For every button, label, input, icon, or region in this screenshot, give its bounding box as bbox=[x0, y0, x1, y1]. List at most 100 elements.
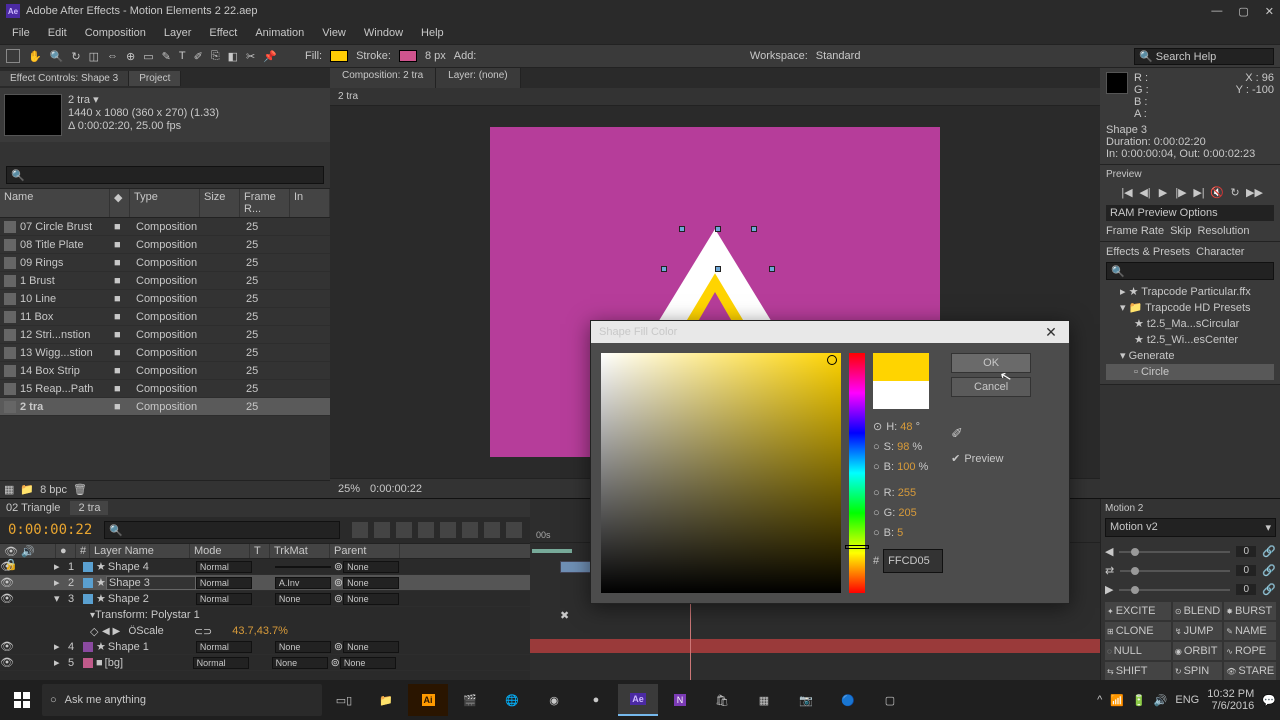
tl-opt-icon[interactable] bbox=[506, 522, 522, 538]
project-item[interactable]: 09 Rings■Composition25 bbox=[0, 254, 330, 272]
tab-character[interactable]: Character bbox=[1196, 246, 1244, 258]
tl-opt-icon[interactable] bbox=[396, 522, 412, 538]
play-icon[interactable]: ▶ bbox=[1156, 186, 1170, 199]
pen-tool-icon[interactable]: ✎ bbox=[162, 50, 171, 63]
notifications-icon[interactable]: 💬 bbox=[1262, 694, 1276, 707]
hue-slider[interactable] bbox=[849, 353, 865, 593]
parent-dropdown[interactable]: None bbox=[340, 657, 396, 669]
col-name[interactable]: Name bbox=[0, 189, 110, 217]
next-frame-icon[interactable]: |▶ bbox=[1174, 186, 1188, 199]
dialog-close-icon[interactable]: ✕ bbox=[1041, 324, 1061, 341]
tray-battery-icon[interactable]: 🔋 bbox=[1132, 694, 1146, 707]
menu-file[interactable]: File bbox=[4, 25, 38, 41]
comp-name[interactable]: 2 tra ▾ bbox=[68, 94, 219, 107]
layer-row[interactable]: 👁▸2★Shape 3NormalA.Inv⊚None bbox=[0, 575, 530, 591]
menu-composition[interactable]: Composition bbox=[77, 25, 154, 41]
maximize-icon[interactable]: ▢ bbox=[1238, 5, 1248, 18]
comp-breadcrumb[interactable]: 2 tra bbox=[330, 88, 1100, 106]
taskbar-app1[interactable]: ◉ bbox=[534, 684, 574, 716]
keyframe-icon[interactable]: ✖ bbox=[560, 609, 569, 622]
col-in[interactable]: In bbox=[290, 189, 330, 217]
taskbar-illustrator[interactable]: Ai bbox=[408, 684, 448, 716]
taskbar-onenote[interactable]: N bbox=[660, 684, 700, 716]
motion-slider[interactable]: ▶0🔗 bbox=[1105, 583, 1276, 596]
s-value[interactable]: S: 98 % bbox=[884, 437, 923, 457]
ep-item[interactable]: ★ t2.5_Wi...esCenter bbox=[1106, 332, 1274, 348]
tray-lang[interactable]: ENG bbox=[1175, 694, 1199, 706]
b-value[interactable]: B: 100 % bbox=[884, 457, 929, 477]
tray-up-icon[interactable]: ^ bbox=[1097, 694, 1102, 706]
trkmat-dropdown[interactable]: None bbox=[275, 641, 331, 653]
layer-bar-bg[interactable] bbox=[530, 639, 1100, 653]
mode-dropdown[interactable]: Normal bbox=[196, 593, 252, 605]
parent-dropdown[interactable]: None bbox=[343, 561, 399, 573]
layer-row[interactable]: 👁▸5■[bg]NormalNone⊚None bbox=[0, 655, 530, 671]
motion-btn-jump[interactable]: ↯ JUMP bbox=[1173, 622, 1222, 640]
col-type[interactable]: Type bbox=[130, 189, 200, 217]
timeline-search[interactable]: 🔍 bbox=[104, 521, 340, 539]
parent-dropdown[interactable]: None bbox=[343, 577, 399, 589]
pan-tool-icon[interactable]: ⇔ bbox=[107, 50, 118, 62]
transform-group[interactable]: ▾ Transform: Polystar 1 bbox=[0, 607, 530, 623]
taskbar-app5[interactable]: ▢ bbox=[870, 684, 910, 716]
ep-item[interactable]: ▾ 📁 Trapcode HD Presets bbox=[1106, 300, 1274, 316]
tab-composition[interactable]: Composition: 2 tra bbox=[330, 68, 436, 88]
taskbar-edge[interactable]: 🌐 bbox=[492, 684, 532, 716]
tab-layer[interactable]: Layer: (none) bbox=[436, 68, 520, 88]
ep-item-selected[interactable]: ▫ Circle bbox=[1106, 364, 1274, 380]
taskbar-explorer[interactable]: 📁 bbox=[366, 684, 406, 716]
tl-opt-icon[interactable] bbox=[352, 522, 368, 538]
g-value[interactable]: G: 205 bbox=[884, 503, 917, 523]
selection-handle[interactable] bbox=[769, 266, 775, 272]
ep-item[interactable]: ★ t2.5_Ma...sCircular bbox=[1106, 316, 1274, 332]
stroke-width[interactable]: 8 px bbox=[425, 50, 446, 62]
hex-input[interactable]: FFCD05 bbox=[883, 549, 943, 573]
motion-preset-dropdown[interactable]: Motion v2▾ bbox=[1105, 518, 1276, 537]
col-frame[interactable]: Frame R... bbox=[240, 189, 290, 217]
motion-slider[interactable]: ⇄0🔗 bbox=[1105, 564, 1276, 577]
scale-value[interactable]: 43.7,43.7% bbox=[232, 625, 288, 637]
preview-checkbox[interactable]: ✔Preview bbox=[951, 452, 1059, 465]
motion-btn-shift[interactable]: ⇆ SHIFT bbox=[1105, 662, 1171, 680]
project-search-input[interactable]: 🔍 bbox=[6, 166, 324, 184]
shape-tool-icon[interactable]: ▭ bbox=[143, 50, 153, 63]
text-tool-icon[interactable]: T bbox=[179, 50, 186, 62]
motion-slider[interactable]: ◀0🔗 bbox=[1105, 545, 1276, 558]
tab-effect-controls[interactable]: Effect Controls: Shape 3 bbox=[0, 71, 129, 86]
tl-opt-icon[interactable] bbox=[462, 522, 478, 538]
motion-btn-null[interactable]: ◌ NULL bbox=[1105, 642, 1171, 660]
motion-btn-name[interactable]: ✎ NAME bbox=[1224, 622, 1276, 640]
camera-tool-icon[interactable]: ◫ bbox=[89, 50, 99, 63]
trkmat-dropdown[interactable] bbox=[275, 566, 331, 568]
layer-row[interactable]: 👁▸1★Shape 4Normal⊚None bbox=[0, 559, 530, 575]
project-item[interactable]: 12 Stri...nstion■Composition25 bbox=[0, 326, 330, 344]
prev-frame-icon[interactable]: ◀| bbox=[1138, 186, 1152, 199]
ep-item[interactable]: ▾ Generate bbox=[1106, 348, 1274, 364]
tl-tab[interactable]: 02 Triangle bbox=[6, 502, 60, 514]
label-icon[interactable] bbox=[83, 594, 93, 604]
motion-btn-spin[interactable]: ↻ SPIN bbox=[1173, 662, 1222, 680]
timeline-timecode[interactable]: 0:00:00:22 bbox=[8, 522, 92, 538]
bpc-toggle[interactable]: 8 bpc bbox=[40, 484, 67, 496]
tl-opt-icon[interactable] bbox=[374, 522, 390, 538]
tl-opt-icon[interactable] bbox=[418, 522, 434, 538]
label-icon[interactable] bbox=[83, 562, 93, 572]
motion-btn-excite[interactable]: ✦ EXCITE bbox=[1105, 602, 1171, 620]
tl-opt-icon[interactable] bbox=[484, 522, 500, 538]
sv-cursor[interactable] bbox=[827, 355, 837, 365]
label-icon[interactable] bbox=[83, 658, 93, 668]
menu-view[interactable]: View bbox=[314, 25, 354, 41]
project-item[interactable]: 15 Reap...Path■Composition25 bbox=[0, 380, 330, 398]
brush-tool-icon[interactable]: ✐ bbox=[194, 50, 203, 63]
project-item[interactable]: 1 Brust■Composition25 bbox=[0, 272, 330, 290]
taskbar-app4[interactable]: 📷 bbox=[786, 684, 826, 716]
mode-dropdown[interactable]: Normal bbox=[196, 577, 252, 589]
label-icon[interactable] bbox=[83, 578, 93, 588]
trkmat-dropdown[interactable]: None bbox=[275, 593, 331, 605]
scale-property[interactable]: ◇ ◀ ▶ Ö Scale ⊂⊃43.7,43.7% bbox=[0, 623, 530, 639]
first-frame-icon[interactable]: |◀ bbox=[1120, 186, 1134, 199]
eyedropper-icon[interactable]: ✐ bbox=[951, 425, 1059, 442]
tab-project[interactable]: Project bbox=[129, 71, 181, 86]
menu-animation[interactable]: Animation bbox=[247, 25, 312, 41]
folder-icon[interactable]: 📁 bbox=[20, 483, 34, 496]
